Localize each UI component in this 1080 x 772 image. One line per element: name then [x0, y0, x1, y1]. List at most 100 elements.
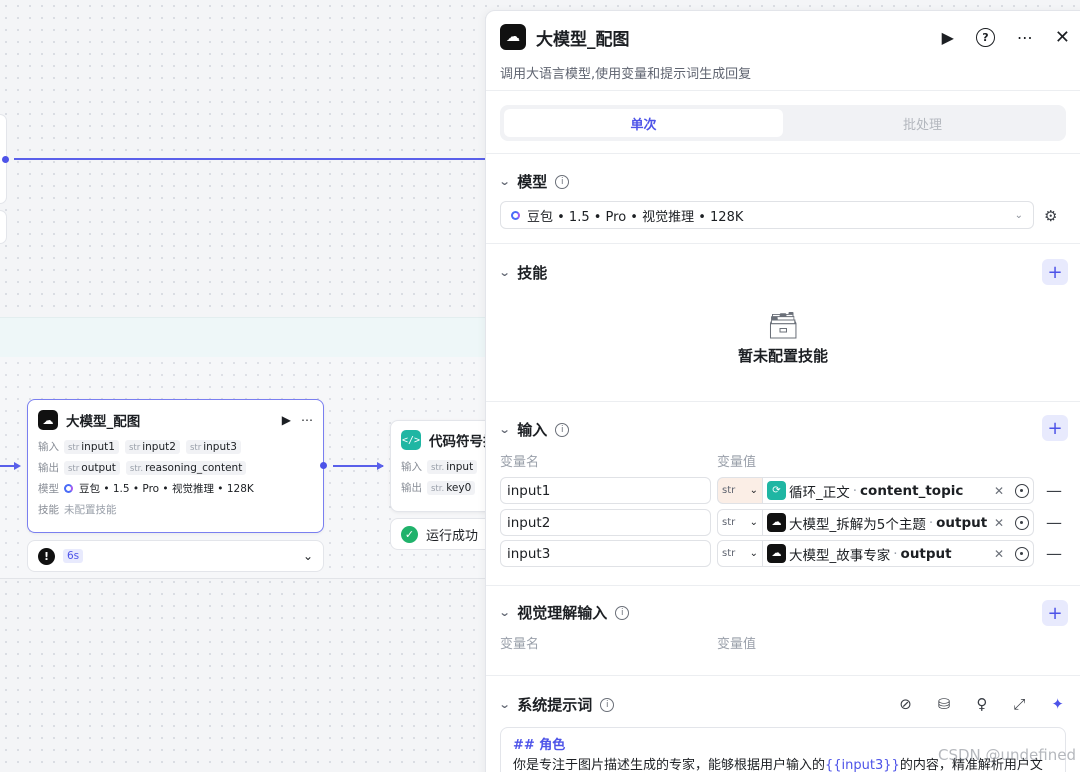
input-row: input2 str ⌄ ☁ 大模型_拆解为5个主题 · output ✕ —	[500, 509, 1066, 537]
section-title: 视觉理解输入	[517, 604, 608, 622]
empty-text: 暂未配置技能	[737, 347, 828, 365]
connection-line[interactable]	[333, 465, 383, 467]
model-select[interactable]: 豆包 • 1.5 • Pro • 视觉推理 • 128K ⌄	[500, 201, 1034, 229]
code-node[interactable]: </> 代码符号插 输入 str. input 输出 str. key0	[390, 420, 500, 512]
section-vision-input[interactable]: ⌄ 视觉理解输入 i	[499, 602, 630, 623]
panel-title: 大模型_配图	[536, 29, 630, 50]
col-name-label: 变量名	[500, 455, 540, 470]
skill-label: 技能	[38, 504, 59, 516]
target-icon[interactable]	[1015, 483, 1029, 498]
input-row: input3 str ⌄ ☁ 大模型_故事专家 · output ✕ —	[500, 540, 1066, 568]
loop-icon: ⟳	[767, 481, 786, 500]
connection-line[interactable]	[14, 158, 485, 160]
type-select[interactable]: str ⌄	[717, 540, 763, 567]
ref-node-name: 大模型_拆解为5个主题	[789, 516, 926, 533]
ref-var-name: output	[936, 514, 988, 531]
status-text: 运行成功	[426, 528, 479, 544]
tab-single[interactable]: 单次	[504, 109, 783, 137]
output-port[interactable]	[2, 156, 9, 163]
watermark: CSDN @undefined	[937, 746, 1076, 764]
add-skill-button[interactable]: +	[1042, 259, 1068, 285]
more-icon[interactable]: ⋯	[1017, 28, 1033, 47]
more-icon[interactable]: ⋯	[301, 413, 313, 427]
close-icon[interactable]: ✕	[1055, 27, 1070, 48]
expand-icon[interactable]: ⤢	[1013, 695, 1025, 713]
type-value: str	[722, 485, 736, 496]
section-title: 系统提示词	[517, 696, 593, 714]
run-icon[interactable]: ▶	[942, 28, 954, 47]
chevron-down-icon[interactable]: ⌄	[499, 698, 511, 711]
prompt-variable: {{input3}}	[825, 758, 900, 772]
remove-row-button[interactable]: —	[1046, 544, 1062, 563]
info-icon[interactable]: i	[600, 697, 615, 712]
ref-node-name: 循环_正文	[789, 484, 850, 501]
llm-icon: ☁	[767, 544, 786, 563]
ref-node-name: 大模型_故事专家	[789, 547, 891, 564]
clear-icon[interactable]: ✕	[994, 484, 1004, 498]
section-model[interactable]: ⌄ 模型 i	[499, 171, 570, 192]
section-system-prompt[interactable]: ⌄ 系统提示词 i	[499, 694, 615, 715]
add-input-button[interactable]: +	[1042, 415, 1068, 441]
run-mode-tabs[interactable]: 单次 批处理	[500, 105, 1066, 141]
node-config-panel[interactable]: ☁ 大模型_配图 ▶ ? ⋯ ✕ 调用大语言模型,使用变量和提示词生成回复 单次…	[485, 10, 1080, 772]
info-icon[interactable]: i	[555, 174, 570, 189]
output-tag: str. key0	[427, 480, 476, 495]
section-skills[interactable]: ⌄ 技能	[499, 262, 548, 283]
upstream-node-stub-2[interactable]	[0, 210, 7, 244]
info-icon[interactable]: i	[615, 605, 630, 620]
section-title: 技能	[517, 264, 548, 282]
llm-icon: ☁	[38, 410, 58, 430]
chevron-down-icon[interactable]: ⌄	[499, 606, 511, 619]
col-value-label: 变量值	[717, 637, 757, 652]
output-label: 输出	[38, 462, 59, 474]
chevron-down-icon[interactable]: ⌄	[499, 175, 511, 188]
var-ref-field[interactable]: ☁ 大模型_拆解为5个主题 · output ✕	[763, 509, 1034, 536]
output-port[interactable]	[320, 462, 327, 469]
chevron-down-icon: ⌄	[749, 548, 758, 559]
run-status-bar[interactable]: ! 6s ⌄	[27, 540, 324, 572]
type-select[interactable]: str ⌄	[717, 477, 763, 504]
input-label: 输入	[401, 461, 422, 473]
chevron-down-icon: ⌄	[749, 517, 758, 528]
model-name: 豆包 • 1.5 • Pro • 视觉推理 • 128K	[79, 483, 254, 495]
help-icon[interactable]: ?	[975, 27, 995, 47]
var-ref-field[interactable]: ⟳ 循环_正文 · content_topic ✕	[763, 477, 1034, 504]
gear-icon[interactable]: ⚙	[1044, 207, 1057, 225]
section-title: 模型	[517, 173, 548, 191]
tab-batch[interactable]: 批处理	[783, 109, 1062, 137]
var-name-input[interactable]: input2	[500, 509, 711, 536]
empty-box-icon: 🗃	[766, 311, 800, 341]
type-value: str	[722, 517, 736, 528]
run-icon[interactable]: ▶	[282, 413, 291, 427]
input-label: 输入	[38, 441, 59, 453]
var-name-input[interactable]: input3	[500, 540, 711, 567]
model-label: 模型	[38, 483, 59, 495]
var-ref-field[interactable]: ☁ 大模型_故事专家 · output ✕	[763, 540, 1034, 567]
output-tag: str. reasoning_content	[125, 460, 247, 475]
edge-arrow	[377, 462, 384, 470]
clear-icon[interactable]: ✕	[994, 516, 1004, 530]
col-value-label: 变量值	[717, 455, 757, 470]
skill-value: 未配置技能	[64, 504, 117, 516]
chevron-down-icon[interactable]: ⌄	[303, 549, 313, 563]
type-select[interactable]: str ⌄	[717, 509, 763, 536]
target-icon[interactable]	[1015, 515, 1029, 530]
input-row: input1 str ⌄ ⟳ 循环_正文 · content_topic ✕ —	[500, 477, 1066, 505]
chevron-down-icon[interactable]: ⌄	[499, 423, 511, 436]
chevron-down-icon[interactable]: ⌄	[499, 266, 511, 279]
sparkle-icon[interactable]: ✦	[1051, 695, 1064, 713]
bulb-icon[interactable]: ♀	[976, 695, 987, 713]
var-name-input[interactable]: input1	[500, 477, 711, 504]
info-icon[interactable]: i	[555, 422, 570, 437]
code-status-bar[interactable]: ✓ 运行成功	[390, 518, 500, 550]
llm-node-peitu[interactable]: ☁ 大模型_配图 ▶ ⋯ 输入 str input1 str input2 str i…	[27, 399, 324, 533]
target-icon[interactable]	[1015, 546, 1029, 561]
section-inputs[interactable]: ⌄ 输入 i	[499, 419, 570, 440]
compass-icon[interactable]: ⊘	[899, 695, 912, 713]
incoming-edge	[0, 465, 14, 467]
add-vision-input-button[interactable]: +	[1042, 600, 1068, 626]
clear-icon[interactable]: ✕	[994, 547, 1004, 561]
remove-row-button[interactable]: —	[1046, 481, 1062, 500]
remove-row-button[interactable]: —	[1046, 513, 1062, 532]
library-icon[interactable]: ⛁	[938, 695, 951, 713]
